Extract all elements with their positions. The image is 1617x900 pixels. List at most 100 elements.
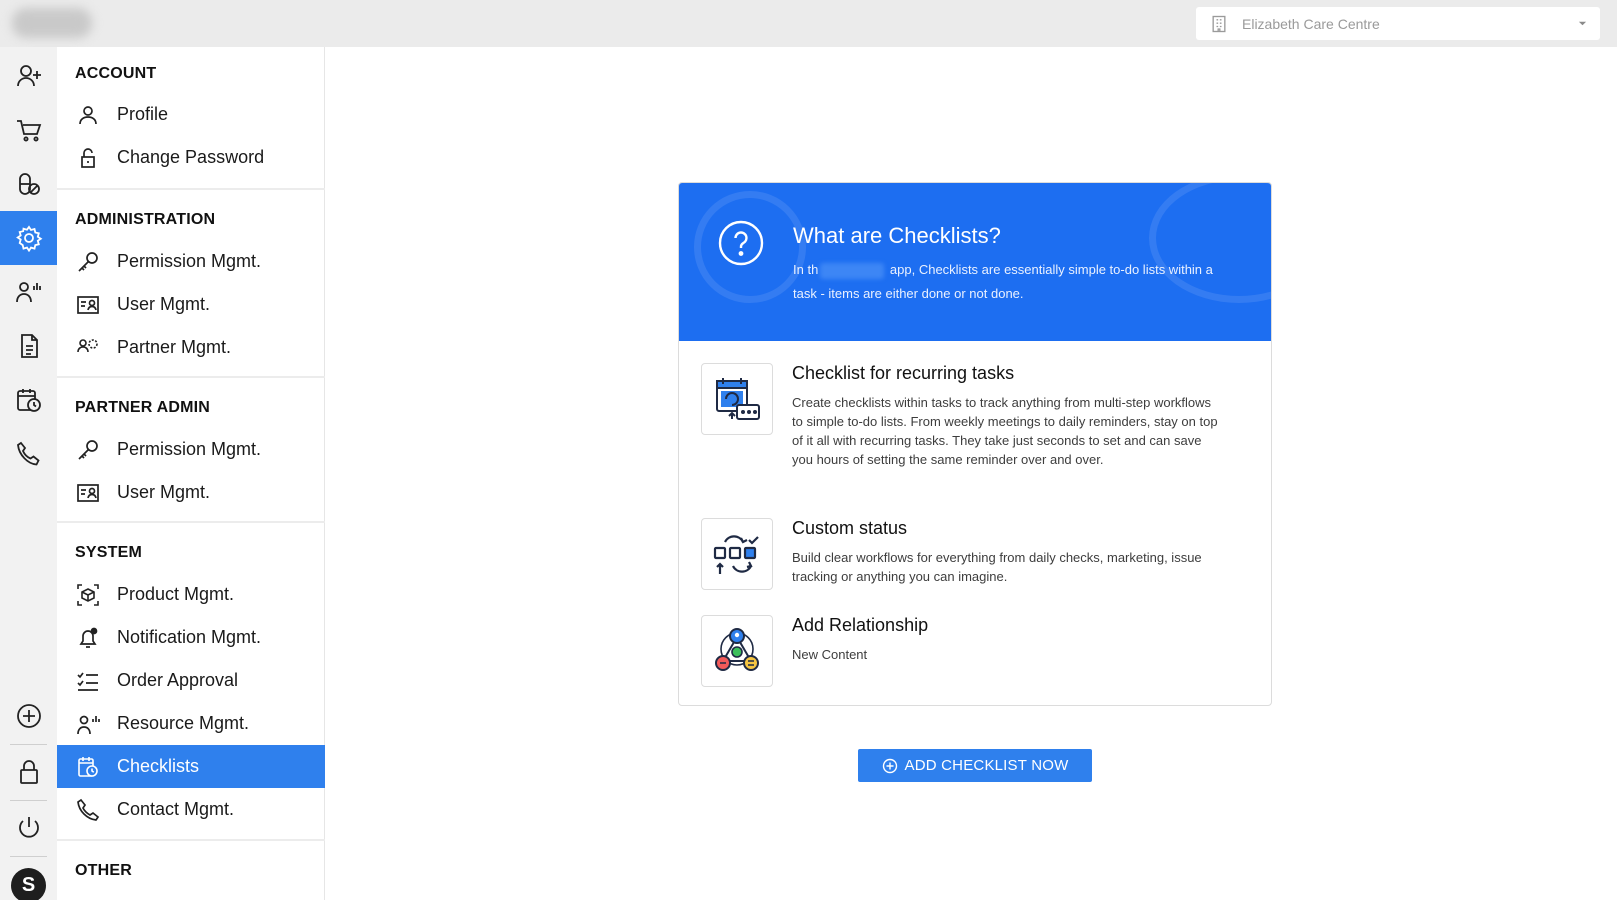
bell-icon <box>75 625 101 651</box>
feature-description: New Content <box>792 647 868 662</box>
plus-circle-icon <box>16 704 41 728</box>
partner-icon <box>75 335 101 361</box>
feature-title: Custom status <box>792 518 908 538</box>
avatar[interactable]: S <box>11 868 46 900</box>
rail-lock[interactable] <box>0 745 57 799</box>
redacted-app-name <box>820 262 885 279</box>
feature-icon-box <box>701 615 773 687</box>
card-intro-prefix: In th <box>793 262 819 277</box>
feature-description: Create checklists within tasks to track … <box>792 395 1218 467</box>
section-title-account: ACCOUNT <box>75 65 157 82</box>
rail-add[interactable] <box>0 689 57 743</box>
plus-circle-icon <box>882 758 897 773</box>
sidebar-item-product-mgmt[interactable]: Product Mgmt. <box>57 573 325 616</box>
key-icon <box>75 437 101 463</box>
add-checklist-label: ADD CHECKLIST NOW <box>904 757 1069 774</box>
power-icon <box>18 817 39 838</box>
sidebar-item-label: Permission Mgmt. <box>117 251 262 271</box>
sidebar-item-user-mgmt[interactable]: User Mgmt. <box>57 283 325 326</box>
sidebar-item-notification-mgmt[interactable]: Notification Mgmt. <box>57 616 325 659</box>
feature-recurring-tasks: Checklist for recurring tasks Create che… <box>701 363 1251 498</box>
feature-custom-status: Custom status Build clear workflows for … <box>701 518 1251 598</box>
facility-name: Elizabeth Care Centre <box>1242 15 1380 32</box>
rail-schedule[interactable] <box>0 373 57 427</box>
sidebar-item-label: Contact Mgmt. <box>117 799 235 819</box>
card-intro: In th app, Checklists are essentially si… <box>793 258 1223 306</box>
sidebar-item-partner-mgmt[interactable]: Partner Mgmt. <box>57 326 325 369</box>
rail-documents[interactable] <box>0 319 57 373</box>
key-icon <box>75 249 101 275</box>
question-circle-icon <box>718 220 764 266</box>
feature-description: Build clear workflows for everything fro… <box>792 550 1202 584</box>
rail-logout[interactable] <box>0 801 57 855</box>
product-icon <box>75 582 101 608</box>
sidebar-item-label: Profile <box>117 104 169 124</box>
icon-rail <box>0 47 57 900</box>
phone-icon <box>75 797 101 823</box>
rail-cart[interactable] <box>0 103 57 157</box>
sidebar-item-label: Partner Mgmt. <box>117 337 232 357</box>
id-card-icon <box>75 292 101 318</box>
section-divider <box>57 376 325 378</box>
card-title: What are Checklists? <box>793 223 1001 248</box>
recurring-calendar-icon <box>716 378 760 420</box>
section-title-other: OTHER <box>75 862 132 879</box>
settings-sidebar: ACCOUNT Profile Change Password ADMINIST… <box>57 47 325 900</box>
sidebar-item-label: Checklists <box>117 756 200 776</box>
checklist-icon <box>75 668 101 694</box>
sidebar-item-partner-user-mgmt[interactable]: User Mgmt. <box>57 471 325 514</box>
feature-title: Checklist for recurring tasks <box>792 363 1015 383</box>
sidebar-item-label: Notification Mgmt. <box>117 627 262 647</box>
id-card-icon <box>75 480 101 506</box>
sidebar-item-checklists[interactable]: Checklists <box>57 745 325 788</box>
section-divider <box>57 188 325 190</box>
feature-add-relationship: Add Relationship New Content <box>701 615 1251 687</box>
rail-medication[interactable] <box>0 157 57 211</box>
feature-icon-box <box>701 518 773 590</box>
add-checklist-button[interactable]: ADD CHECKLIST NOW <box>858 749 1092 782</box>
lock-icon <box>19 760 38 784</box>
resource-icon <box>15 282 41 303</box>
feature-icon-box <box>701 363 773 435</box>
sidebar-item-label: Change Password <box>117 147 265 167</box>
phone-icon <box>16 441 40 466</box>
sidebar-item-permission-mgmt[interactable]: Permission Mgmt. <box>57 240 325 283</box>
top-bar: Elizabeth Care Centre <box>0 0 1617 47</box>
section-title-partner-admin: PARTNER ADMIN <box>75 399 211 416</box>
sidebar-item-label: Product Mgmt. <box>117 584 235 604</box>
rail-divider <box>10 856 47 857</box>
medication-icon <box>18 173 40 195</box>
sidebar-item-order-approval[interactable]: Order Approval <box>57 659 325 702</box>
sidebar-item-resource-mgmt[interactable]: Resource Mgmt. <box>57 702 325 745</box>
calendar-clock-icon <box>16 389 41 412</box>
sidebar-item-label: User Mgmt. <box>117 482 211 502</box>
card-header: What are Checklists? In th app, Checklis… <box>679 183 1271 341</box>
facility-selector[interactable]: Elizabeth Care Centre <box>1196 7 1600 40</box>
caret-down-icon <box>1576 18 1588 30</box>
building-icon <box>1208 13 1230 35</box>
sidebar-item-profile[interactable]: Profile <box>57 93 325 136</box>
section-divider <box>57 521 325 523</box>
rail-contacts[interactable] <box>0 427 57 481</box>
section-title-system: SYSTEM <box>75 544 142 561</box>
feature-title: Add Relationship <box>792 615 929 635</box>
sidebar-item-label: Permission Mgmt. <box>117 439 262 459</box>
rail-add-user[interactable] <box>0 49 57 103</box>
app-logo <box>12 8 92 38</box>
add-user-icon <box>16 65 41 87</box>
rail-resource[interactable] <box>0 265 57 319</box>
relationship-icon <box>715 628 759 671</box>
calendar-clock-icon <box>75 754 101 780</box>
document-icon <box>20 334 38 358</box>
settings-icon <box>15 225 42 252</box>
sidebar-item-change-password[interactable]: Change Password <box>57 136 325 179</box>
sidebar-item-partner-permission-mgmt[interactable]: Permission Mgmt. <box>57 428 325 471</box>
resource-icon <box>75 711 101 737</box>
sidebar-item-contact-mgmt[interactable]: Contact Mgmt. <box>57 788 325 831</box>
sidebar-item-label: Resource Mgmt. <box>117 713 250 733</box>
user-icon <box>75 102 101 128</box>
sidebar-item-label: Order Approval <box>117 670 239 690</box>
rail-settings[interactable] <box>0 211 57 265</box>
sidebar-item-label: User Mgmt. <box>117 294 211 314</box>
workflow-status-icon <box>713 535 759 574</box>
